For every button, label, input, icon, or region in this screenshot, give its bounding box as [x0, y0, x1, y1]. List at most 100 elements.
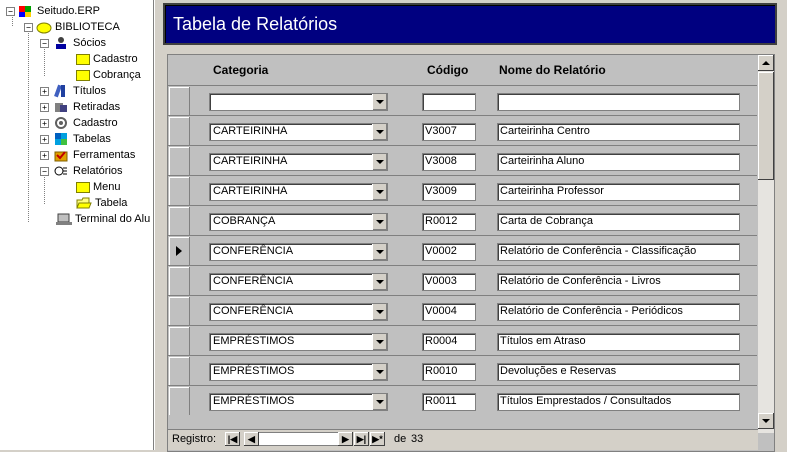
tree-item-cadastro[interactable]: + Cadastro	[38, 115, 118, 131]
tree-item-ferramentas[interactable]: + Ferramentas	[38, 147, 135, 163]
row-selector[interactable]	[169, 387, 190, 415]
table-row[interactable]: CARTEIRINHA V3009 Carteirinha Professor	[168, 175, 758, 206]
tree-item-relatorios-tabela[interactable]: Tabela	[76, 195, 127, 211]
tree-item-relatorios-menu[interactable]: Menu	[76, 179, 121, 195]
table-row[interactable]: EMPRÉSTIMOS R0011 Títulos Emprestados / Co…	[168, 385, 758, 416]
codigo-field[interactable]: V0003	[422, 273, 476, 291]
nome-field[interactable]: Devoluções e Reservas	[497, 363, 740, 381]
tree-item-terminal[interactable]: Terminal do Alu	[56, 211, 150, 227]
nome-field[interactable]: Títulos em Atraso	[497, 333, 740, 351]
categoria-combobox[interactable]: EMPRÉSTIMOS	[209, 363, 388, 381]
row-selector[interactable]	[169, 87, 190, 115]
nome-field[interactable]	[497, 93, 740, 111]
codigo-field[interactable]: V0002	[422, 243, 476, 261]
row-selector[interactable]	[169, 267, 190, 295]
table-row[interactable]: EMPRÉSTIMOS R0010 Devoluções e Reservas	[168, 355, 758, 386]
expand-icon[interactable]: +	[40, 103, 49, 112]
dropdown-arrow-icon[interactable]	[372, 214, 387, 230]
row-selector[interactable]	[169, 237, 190, 265]
scroll-up-button[interactable]	[758, 55, 774, 71]
tree-item-retiradas[interactable]: + Retiradas	[38, 99, 120, 115]
dropdown-arrow-icon[interactable]	[372, 154, 387, 170]
table-row[interactable]: CONFERÊNCIA V0002 Relatório de Conferência…	[168, 235, 758, 266]
nome-field[interactable]: Relatório de Conferência - Periódicos	[497, 303, 740, 321]
row-selector[interactable]	[169, 117, 190, 145]
expand-icon[interactable]: +	[40, 151, 49, 160]
table-row[interactable]	[168, 85, 758, 116]
tree-item-socios-cobranca[interactable]: Cobrança	[76, 67, 141, 83]
table-row[interactable]: CONFERÊNCIA V0003 Relatório de Conferência…	[168, 265, 758, 296]
next-record-button[interactable]: ▶	[338, 432, 353, 446]
dropdown-arrow-icon[interactable]	[372, 274, 387, 290]
scroll-thumb[interactable]	[758, 72, 774, 180]
nome-field[interactable]: Carta de Cobrança	[497, 213, 740, 231]
table-row[interactable]: CONFERÊNCIA V0004 Relatório de Conferência…	[168, 295, 758, 326]
dropdown-arrow-icon[interactable]	[372, 184, 387, 200]
table-row[interactable]: CARTEIRINHA V3007 Carteirinha Centro	[168, 115, 758, 146]
dropdown-arrow-icon[interactable]	[372, 334, 387, 350]
scroll-down-button[interactable]	[758, 413, 774, 429]
categoria-combobox[interactable]: CONFERÊNCIA	[209, 303, 388, 321]
codigo-field[interactable]	[422, 93, 476, 111]
categoria-combobox[interactable]: EMPRÉSTIMOS	[209, 333, 388, 351]
dropdown-arrow-icon[interactable]	[372, 394, 387, 410]
table-row[interactable]: COBRANÇA R0012 Carta de Cobrança	[168, 205, 758, 236]
dropdown-arrow-icon[interactable]	[372, 94, 387, 110]
categoria-combobox[interactable]: CONFERÊNCIA	[209, 243, 388, 261]
tree-item-relatorios[interactable]: − Relatórios	[38, 163, 123, 179]
nome-field[interactable]: Carteirinha Centro	[497, 123, 740, 141]
codigo-field[interactable]: V3008	[422, 153, 476, 171]
prev-record-button[interactable]: ◀	[244, 432, 259, 446]
categoria-combobox[interactable]: CARTEIRINHA	[209, 123, 388, 141]
last-record-button[interactable]: ▶|	[354, 432, 369, 446]
tools-icon	[54, 148, 70, 162]
row-selector[interactable]	[169, 297, 190, 325]
codigo-field[interactable]: V0004	[422, 303, 476, 321]
tree-item-tabelas[interactable]: + Tabelas	[38, 131, 111, 147]
new-record-button[interactable]: ▶*	[370, 432, 385, 446]
tree-item-titulos[interactable]: + Títulos	[38, 83, 106, 99]
categoria-combobox[interactable]: CONFERÊNCIA	[209, 273, 388, 291]
collapse-icon[interactable]: −	[40, 39, 49, 48]
table-row[interactable]: EMPRÉSTIMOS R0004 Títulos em Atraso	[168, 325, 758, 356]
dropdown-arrow-icon[interactable]	[372, 364, 387, 380]
expand-icon[interactable]: +	[40, 135, 49, 144]
dropdown-arrow-icon[interactable]	[372, 124, 387, 140]
tree-item-socios[interactable]: − Sócios	[38, 35, 106, 51]
tree-item-biblioteca[interactable]: − BIBLIOTECA	[18, 19, 120, 35]
row-selector[interactable]	[169, 147, 190, 175]
registration-icon	[54, 116, 70, 130]
vertical-scrollbar[interactable]	[757, 55, 774, 433]
categoria-combobox[interactable]: CARTEIRINHA	[209, 153, 388, 171]
nome-field[interactable]: Títulos Emprestados / Consultados	[497, 393, 740, 411]
codigo-field[interactable]: R0011	[422, 393, 476, 411]
categoria-combobox[interactable]: COBRANÇA	[209, 213, 388, 231]
nome-field[interactable]: Carteirinha Professor	[497, 183, 740, 201]
table-row[interactable]: CARTEIRINHA V3008 Carteirinha Aluno	[168, 145, 758, 176]
tree-item-socios-cadastro[interactable]: Cadastro	[76, 51, 138, 67]
collapse-icon[interactable]: −	[24, 23, 33, 32]
tree-item-root[interactable]: − Seitudo.ERP	[2, 3, 100, 19]
row-selector[interactable]	[169, 177, 190, 205]
categoria-combobox[interactable]	[209, 93, 388, 111]
collapse-icon[interactable]: −	[6, 7, 15, 16]
nome-field[interactable]: Relatório de Conferência - Livros	[497, 273, 740, 291]
codigo-field[interactable]: R0004	[422, 333, 476, 351]
categoria-combobox[interactable]: EMPRÉSTIMOS	[209, 393, 388, 411]
categoria-combobox[interactable]: CARTEIRINHA	[209, 183, 388, 201]
dropdown-arrow-icon[interactable]	[372, 244, 387, 260]
first-record-button[interactable]: |◀	[225, 432, 240, 446]
expand-icon[interactable]: +	[40, 119, 49, 128]
row-selector[interactable]	[169, 327, 190, 355]
nome-field[interactable]: Relatório de Conferência - Classificação	[497, 243, 740, 261]
row-selector[interactable]	[169, 357, 190, 385]
nome-field[interactable]: Carteirinha Aluno	[497, 153, 740, 171]
expand-icon[interactable]: +	[40, 87, 49, 96]
codigo-field[interactable]: R0010	[422, 363, 476, 381]
codigo-field[interactable]: V3007	[422, 123, 476, 141]
codigo-field[interactable]: V3009	[422, 183, 476, 201]
codigo-field[interactable]: R0012	[422, 213, 476, 231]
dropdown-arrow-icon[interactable]	[372, 304, 387, 320]
collapse-icon[interactable]: −	[40, 167, 49, 176]
row-selector[interactable]	[169, 207, 190, 235]
